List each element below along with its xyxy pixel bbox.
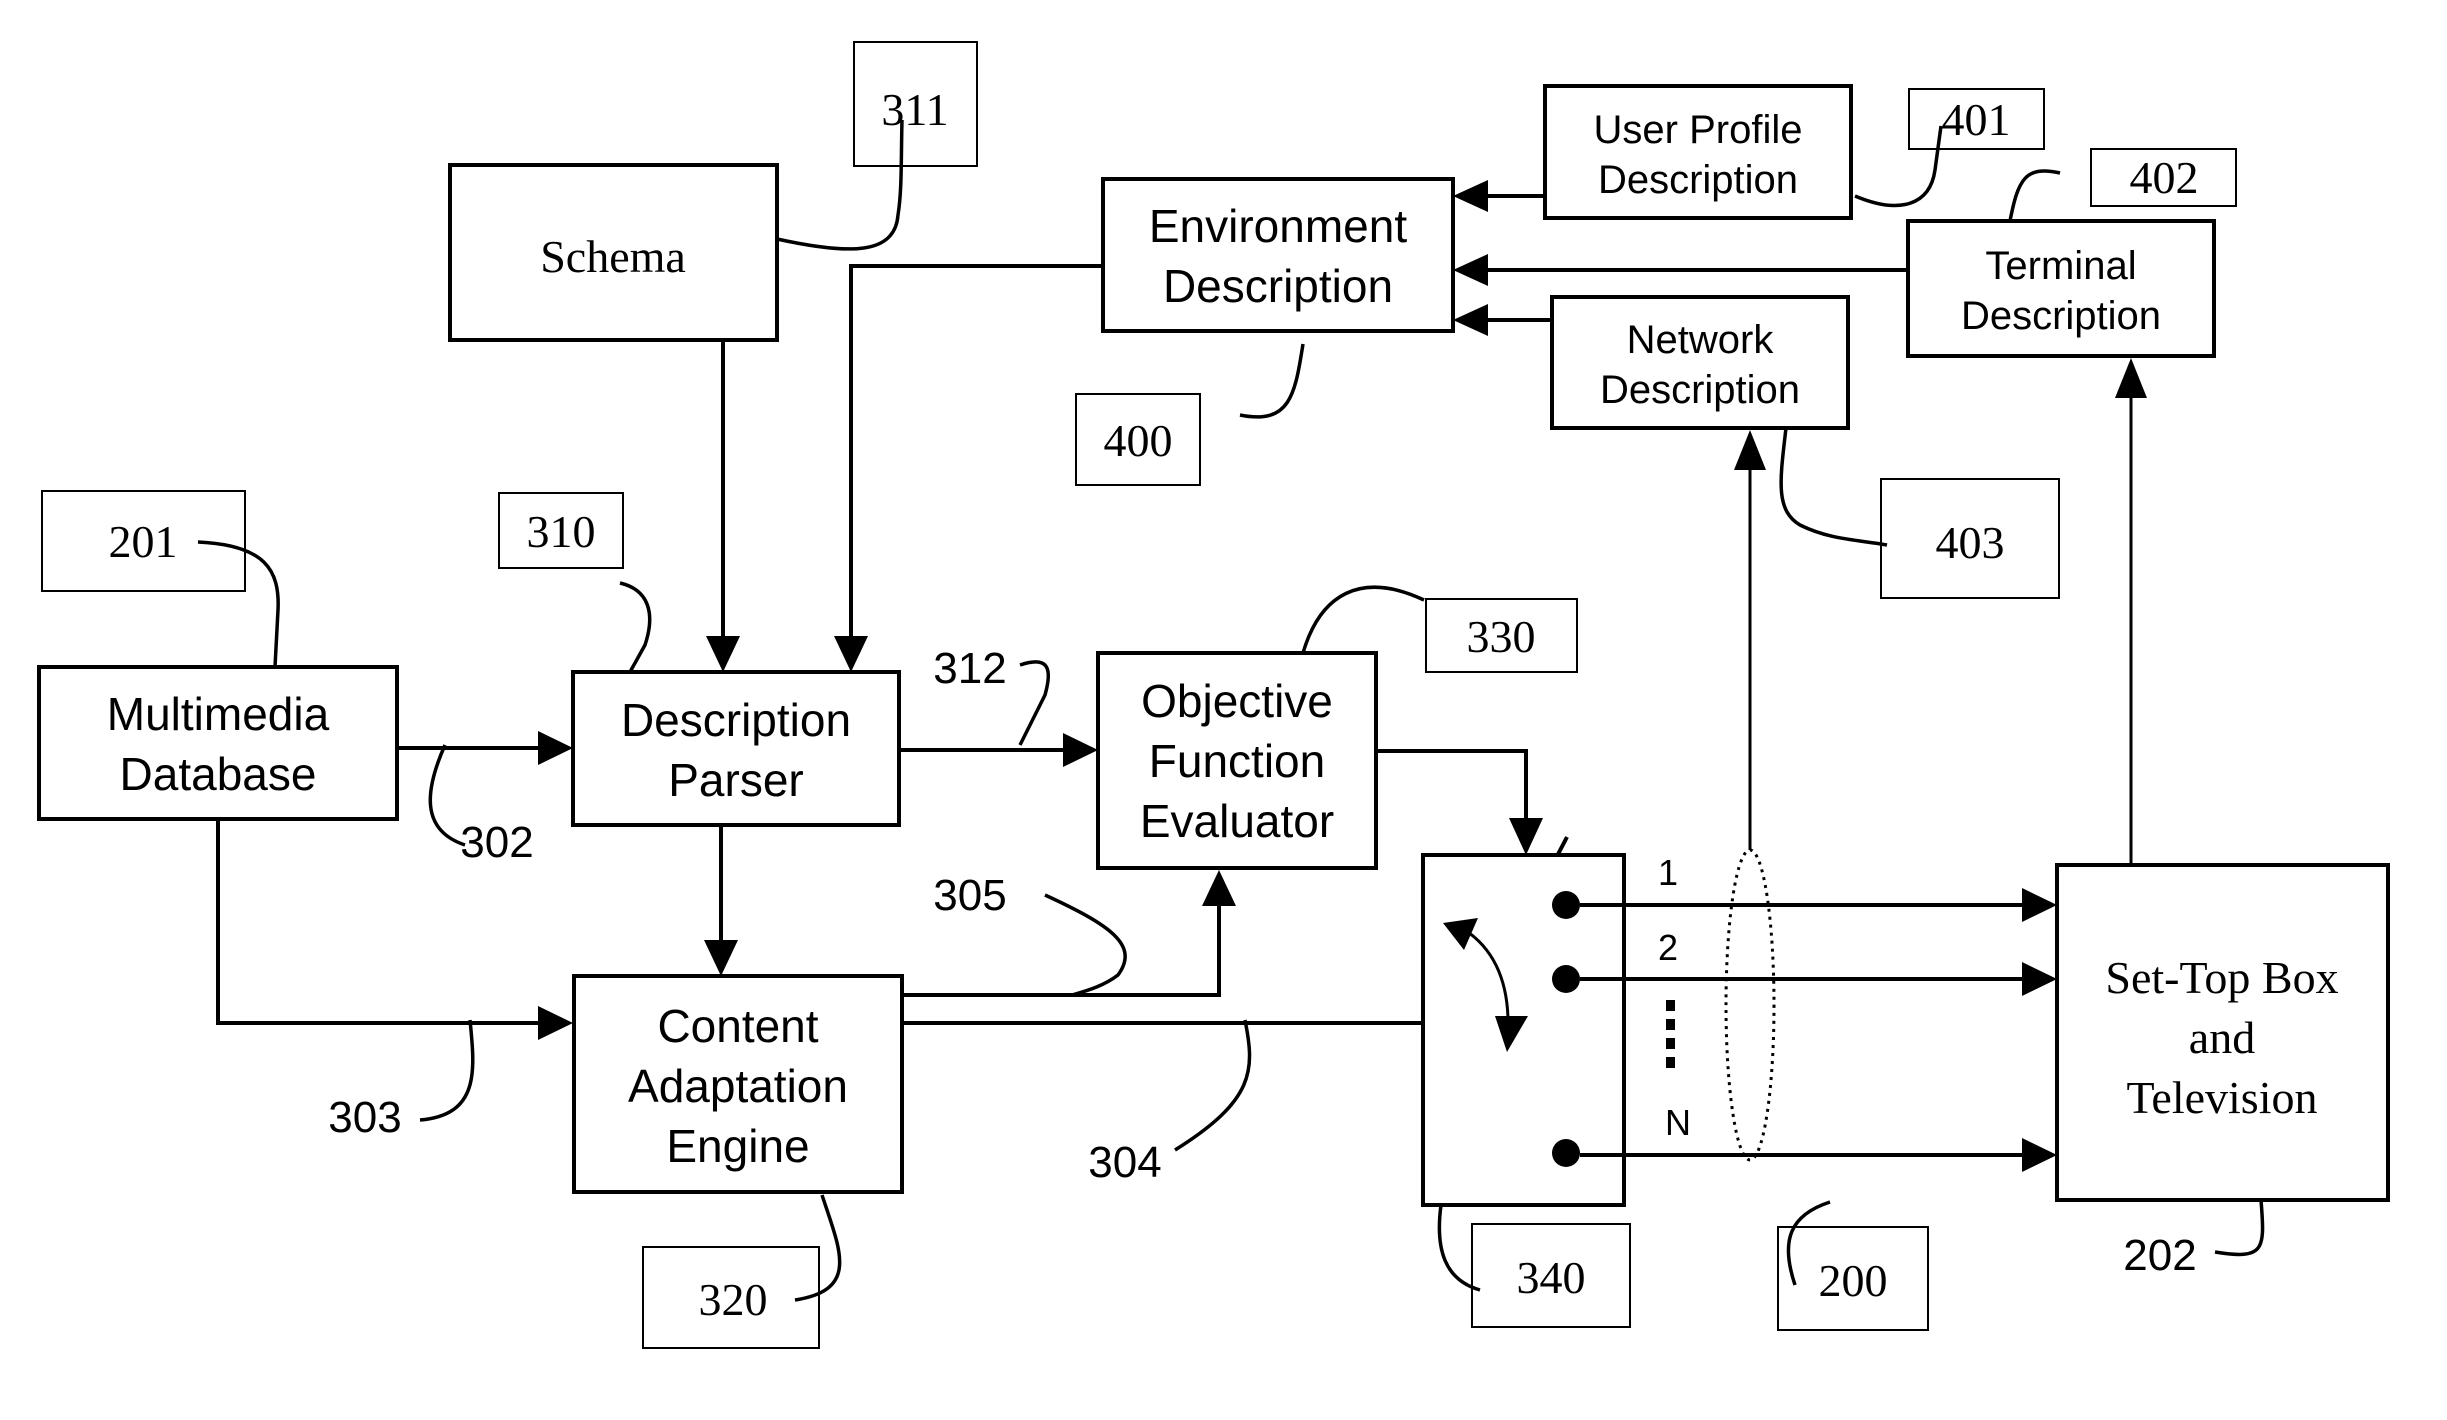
ref-311: 311 [881, 84, 948, 135]
leader-305 [1044, 893, 1127, 997]
stb-label-line1: Set-Top Box [2105, 952, 2338, 1003]
ref-400: 400 [1104, 415, 1173, 466]
leader-310 [619, 581, 652, 673]
port-n-terminal [1552, 1139, 1580, 1167]
evaluator-label-line2: Function [1149, 735, 1325, 787]
diagram-canvas: Schema Environment Description User Prof… [37, 41, 2390, 1349]
network-label-line2: Description [1600, 368, 1800, 412]
port-n-label: N [1665, 1102, 1691, 1143]
arrowhead [1509, 818, 1543, 855]
arrowhead [2115, 358, 2147, 398]
arrowhead [538, 731, 573, 765]
ellipsis-dot [1666, 1038, 1675, 1049]
multimedia-db-label-line1: Multimedia [107, 688, 330, 740]
arrowhead [2022, 888, 2057, 922]
leader-312 [1018, 660, 1051, 746]
port-1-terminal [1552, 891, 1580, 919]
user-profile-label-line2: Description [1598, 158, 1798, 202]
arrowhead [1453, 304, 1488, 336]
ref-402: 402 [2130, 152, 2199, 203]
user-profile-label-line1: User Profile [1594, 108, 1803, 152]
arrowhead [706, 636, 740, 672]
leader-304 [1174, 1019, 1252, 1152]
arrowhead [1202, 870, 1236, 906]
ref-401: 401 [1942, 94, 2011, 145]
port-2-terminal [1552, 965, 1580, 993]
ref-202: 202 [2123, 1231, 2196, 1280]
evaluator-to-switch-line [1376, 749, 1528, 820]
arrowhead [1453, 254, 1488, 286]
engine-label-line3: Engine [666, 1120, 809, 1172]
environment-to-parser-line [849, 264, 1103, 640]
multimedia-db-label-line2: Database [120, 748, 317, 800]
evaluator-label-line1: Objective [1141, 675, 1333, 727]
environment-label-line2: Description [1163, 260, 1393, 312]
terminal-label-line2: Description [1961, 294, 2161, 338]
environment-label-line1: Environment [1149, 200, 1407, 252]
ref-304: 304 [1088, 1138, 1161, 1187]
ref-312: 312 [933, 644, 1006, 693]
arrowhead [1453, 180, 1488, 212]
port-2-label: 2 [1658, 927, 1678, 968]
engine-label-line1: Content [657, 1000, 818, 1052]
switch-block[interactable] [1421, 853, 1626, 1207]
evaluator-label-line3: Evaluator [1140, 795, 1334, 847]
description-parser-label-line1: Description [621, 694, 851, 746]
ellipsis-dot [1666, 1019, 1675, 1030]
leader-403 [1779, 427, 1888, 547]
ref-302: 302 [460, 818, 533, 867]
ref-305: 305 [933, 871, 1006, 920]
ellipsis-dot [1666, 1000, 1675, 1011]
arrowhead [2022, 962, 2057, 996]
network-label-line1: Network [1627, 318, 1775, 362]
port-1-label: 1 [1658, 852, 1678, 893]
ref-201: 201 [109, 516, 178, 567]
arrowhead [2022, 1138, 2057, 1172]
ellipsis-dot [1666, 1057, 1675, 1068]
arrowhead [1063, 733, 1098, 767]
ref-303: 303 [328, 1093, 401, 1142]
stb-label-line3: Television [2127, 1072, 2318, 1123]
leader-400 [1239, 343, 1305, 419]
terminal-label-line1: Terminal [1985, 244, 2136, 288]
leader-402 [2008, 169, 2061, 222]
leader-330 [1301, 585, 1425, 654]
arrowhead [538, 1006, 573, 1040]
arrowhead [704, 940, 738, 976]
description-parser-label-line2: Parser [668, 754, 803, 806]
stb-label-line2: and [2189, 1012, 2255, 1063]
arrowhead [1734, 430, 1766, 470]
schema-label: Schema [540, 231, 686, 282]
engine-label-line2: Adaptation [628, 1060, 848, 1112]
ref-330: 330 [1467, 611, 1536, 662]
channel-bundle-ellipse [1724, 848, 1776, 1162]
ref-310: 310 [527, 506, 596, 557]
leader-303 [419, 1019, 475, 1122]
ref-403: 403 [1936, 517, 2005, 568]
leader-202 [2214, 1199, 2265, 1257]
arrowhead [834, 636, 868, 672]
ref-200: 200 [1819, 1255, 1888, 1306]
ref-340: 340 [1517, 1252, 1586, 1303]
ref-320: 320 [699, 1274, 768, 1325]
